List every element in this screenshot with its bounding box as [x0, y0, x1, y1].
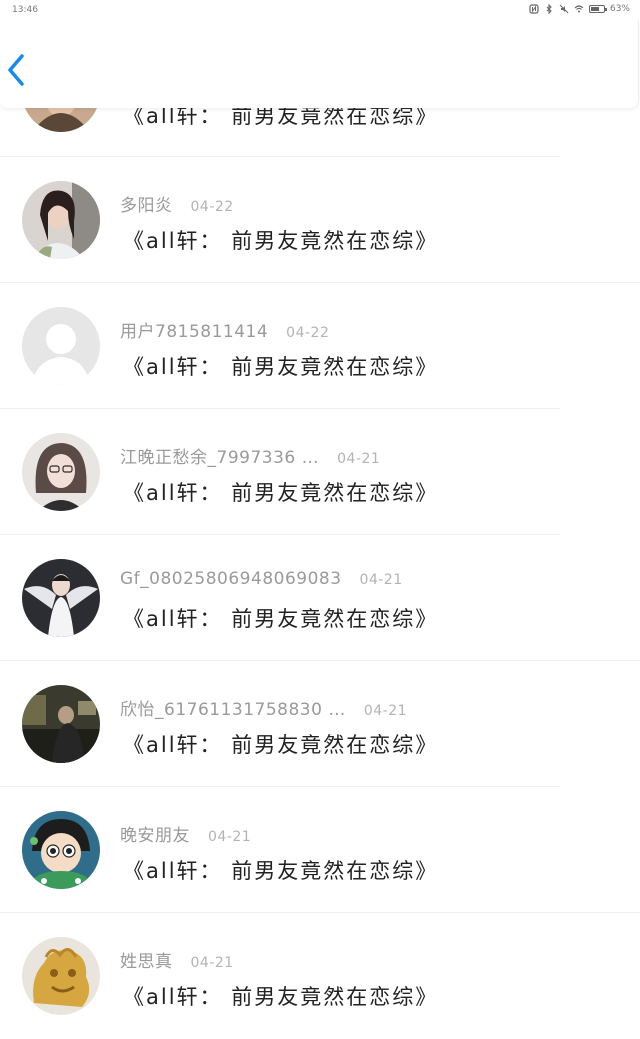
avatar[interactable] [22, 433, 100, 511]
comment-date: 04-21 [359, 572, 403, 588]
list-item[interactable]: 姓思真 04-21 《all轩： 前男友竟然在恋综》 [0, 913, 640, 1039]
battery-icon [588, 5, 607, 13]
list-item[interactable]: 欣怡_61761131758830 … 04-21 《all轩： 前男友竟然在恋综… [0, 661, 640, 787]
username-line: 欣怡_61761131758830 … 04-21 [120, 695, 407, 720]
avatar[interactable] [22, 937, 100, 1015]
username-line: 晚安朋友 04-21 [120, 821, 251, 846]
back-button[interactable] [2, 50, 32, 90]
comment-text: 《all轩： 前男友竟然在恋综》 [123, 733, 439, 757]
avatar[interactable] [22, 181, 100, 259]
wifi-icon [574, 5, 584, 13]
top-bar [0, 20, 639, 108]
username[interactable]: Gf_08025806948069083 [120, 569, 342, 589]
list-item[interactable]: 用户7815811414 04-22 《all轩： 前男友竟然在恋综》 [0, 283, 640, 409]
status-bar: 13:46 63% [0, 0, 640, 20]
status-time: 13:46 [12, 5, 38, 15]
list-item[interactable]: 多阳炎 04-22 《all轩： 前男友竟然在恋综》 [0, 157, 640, 283]
comment-date: 04-21 [190, 955, 234, 971]
username-line: Gf_08025806948069083 04-21 [120, 569, 403, 589]
avatar[interactable] [22, 685, 100, 763]
mute-icon [559, 4, 569, 14]
username[interactable]: 姓思真 [120, 952, 173, 972]
comment-text: 《all轩： 前男友竟然在恋综》 [123, 859, 439, 883]
comment-text: 《all轩： 前男友竟然在恋综》 [123, 229, 439, 253]
comment-text: 《all轩： 前男友竟然在恋综》 [123, 481, 439, 505]
username[interactable]: 晚安朋友 [120, 826, 190, 846]
nfc-icon [529, 4, 539, 14]
username[interactable]: 江晚正愁余_7997336 … [120, 448, 319, 468]
comment-text: 《all轩： 前男友竟然在恋综》 [123, 355, 439, 379]
comment-date: 04-21 [363, 703, 408, 719]
battery-percent: 63% [609, 4, 630, 14]
comment-date: 04-21 [208, 829, 252, 845]
username-line: 江晚正愁余_7997336 … 04-21 [120, 443, 380, 468]
list-item[interactable]: 晚安朋友 04-21 《all轩： 前男友竟然在恋综》 [0, 787, 640, 913]
comment-text: 《all轩： 前男友竟然在恋综》 [123, 985, 439, 1009]
username-line: 姓思真 04-21 [120, 947, 234, 972]
username[interactable]: 欣怡_61761131758830 … [120, 700, 346, 720]
list-item[interactable]: Gf_08025806948069083 04-21 《all轩： 前男友竟然在恋… [0, 535, 640, 661]
status-icons: 63% [529, 4, 630, 14]
avatar[interactable] [22, 307, 100, 385]
bluetooth-icon [546, 4, 552, 14]
avatar[interactable] [22, 559, 100, 637]
list-item[interactable]: 江晚正愁余_7997336 … 04-21 《all轩： 前男友竟然在恋综》 [0, 409, 640, 535]
comment-text: 《all轩： 前男友竟然在恋综》 [123, 607, 439, 631]
username[interactable]: 多阳炎 [120, 196, 173, 216]
comment-date: 04-21 [337, 451, 381, 467]
username-line: 用户7815811414 04-22 [120, 317, 329, 342]
chevron-left-icon [8, 54, 24, 86]
username[interactable]: 用户7815811414 [120, 322, 268, 342]
comment-date: 04-22 [286, 325, 330, 341]
username-line: 多阳炎 04-22 [120, 191, 234, 216]
comment-date: 04-22 [190, 199, 234, 215]
avatar[interactable] [22, 811, 100, 889]
